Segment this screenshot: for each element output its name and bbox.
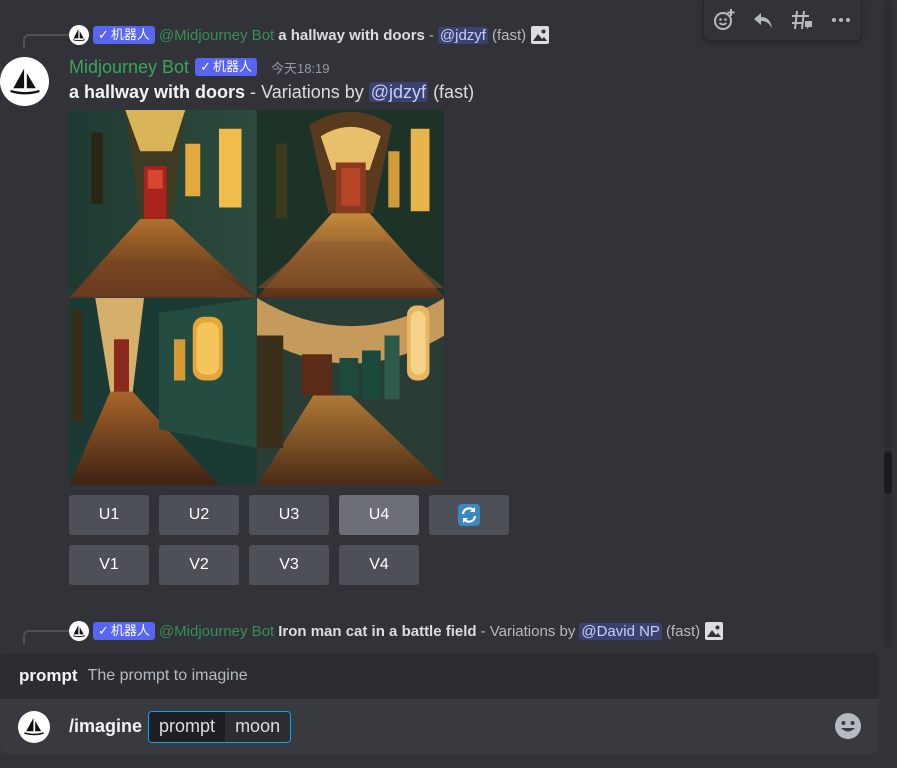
add-reaction-button[interactable] (709, 5, 739, 35)
message-toolbar (703, 0, 862, 41)
reply-variations: - Variations by (480, 622, 576, 640)
reply-mention[interactable]: @jdzyf (437, 26, 488, 44)
reroll-button[interactable] (429, 495, 509, 535)
more-button[interactable] (826, 5, 856, 35)
image-grid[interactable] (69, 110, 444, 485)
create-thread-button[interactable] (787, 5, 817, 35)
bot-tag: ✓ 机器人 (195, 58, 257, 76)
reply-avatar (69, 25, 89, 45)
reply-connector (23, 630, 69, 644)
image-icon (704, 621, 724, 641)
option-value-input[interactable]: moon (225, 711, 291, 742)
v2-button[interactable]: V2 (159, 545, 239, 585)
emoji-button[interactable] (834, 712, 862, 740)
reply-author[interactable]: @Midjourney Bot (159, 623, 274, 640)
v4-button[interactable]: V4 (339, 545, 419, 585)
v3-button[interactable]: V3 (249, 545, 329, 585)
slash-command: /imagine (69, 716, 143, 736)
bot-tag: ✓ 机器人 (93, 26, 155, 44)
image-icon (530, 25, 550, 45)
variation-row: V1 V2 V3 V4 (69, 545, 419, 585)
discord-chat: ✓ 机器人 @Midjourney Bot a hallway with doo… (0, 0, 897, 768)
u2-button[interactable]: U2 (159, 495, 239, 535)
u4-button[interactable]: U4 (339, 495, 419, 535)
more-icon (832, 18, 851, 22)
reply-connector (23, 34, 69, 48)
bot-tag-label: 机器人 (212, 59, 252, 74)
emoji-icon (835, 713, 861, 739)
reply-author[interactable]: @Midjourney Bot (159, 27, 274, 44)
bot-tag: ✓ 机器人 (93, 622, 155, 640)
prompt-option-field[interactable]: prompt moon (148, 710, 292, 743)
reply-preview[interactable]: ✓ 机器人 @Midjourney Bot Iron man cat in a … (69, 620, 724, 642)
upscale-row: U1 U2 U3 U4 (69, 495, 509, 535)
midjourney-logo-icon (9, 68, 40, 94)
reply-prompt: Iron man cat in a battle field (278, 622, 477, 640)
add-reaction-icon (713, 9, 735, 30)
option-name: prompt (19, 666, 78, 685)
option-description: The prompt to imagine (87, 667, 248, 684)
reroll-icon (458, 504, 480, 526)
option-label: prompt (149, 711, 226, 742)
prompt-text: a hallway with doors (69, 82, 246, 102)
mode-text: (fast) (428, 82, 475, 102)
scrollbar-thumb[interactable] (884, 452, 892, 494)
reply-icon (753, 13, 772, 28)
image-tile-1[interactable] (69, 110, 257, 298)
user-mention[interactable]: @jdzyf (368, 82, 429, 102)
author-name[interactable]: Midjourney Bot (69, 57, 189, 78)
reply-mode: (fast) (491, 26, 527, 44)
message-header: Midjourney Bot ✓ 机器人 今天18:19 (69, 55, 330, 79)
u1-button[interactable]: U1 (69, 495, 149, 535)
message-input-bar[interactable]: /imagine prompt moon (0, 699, 879, 754)
image-tile-3[interactable] (69, 297, 257, 485)
reply-separator: - (428, 26, 434, 44)
avatar[interactable] (0, 57, 49, 106)
reply-prompt: a hallway with doors (278, 26, 425, 44)
midjourney-logo-icon (24, 717, 44, 735)
reply-mention[interactable]: @David NP (579, 622, 662, 640)
image-tile-4[interactable] (256, 297, 444, 485)
reply-preview[interactable]: ✓ 机器人 @Midjourney Bot a hallway with doo… (69, 24, 550, 46)
scrollbar-track[interactable] (884, 0, 892, 648)
bot-tag-label: 机器人 (110, 623, 150, 638)
command-option-popup[interactable]: prompt The prompt to imagine (0, 653, 879, 699)
variations-text: - Variations by (245, 82, 369, 102)
reply-avatar (69, 621, 89, 641)
image-tile-2[interactable] (256, 110, 444, 298)
thread-icon (792, 10, 813, 30)
message-content: a hallway with doors - Variations by @jd… (69, 82, 474, 103)
command-app-icon (18, 710, 50, 743)
timestamp[interactable]: 今天18:19 (271, 58, 330, 77)
bot-tag-label: 机器人 (110, 27, 150, 42)
reply-mode: (fast) (665, 622, 701, 640)
v1-button[interactable]: V1 (69, 545, 149, 585)
reply-button[interactable] (748, 5, 778, 35)
u3-button[interactable]: U3 (249, 495, 329, 535)
